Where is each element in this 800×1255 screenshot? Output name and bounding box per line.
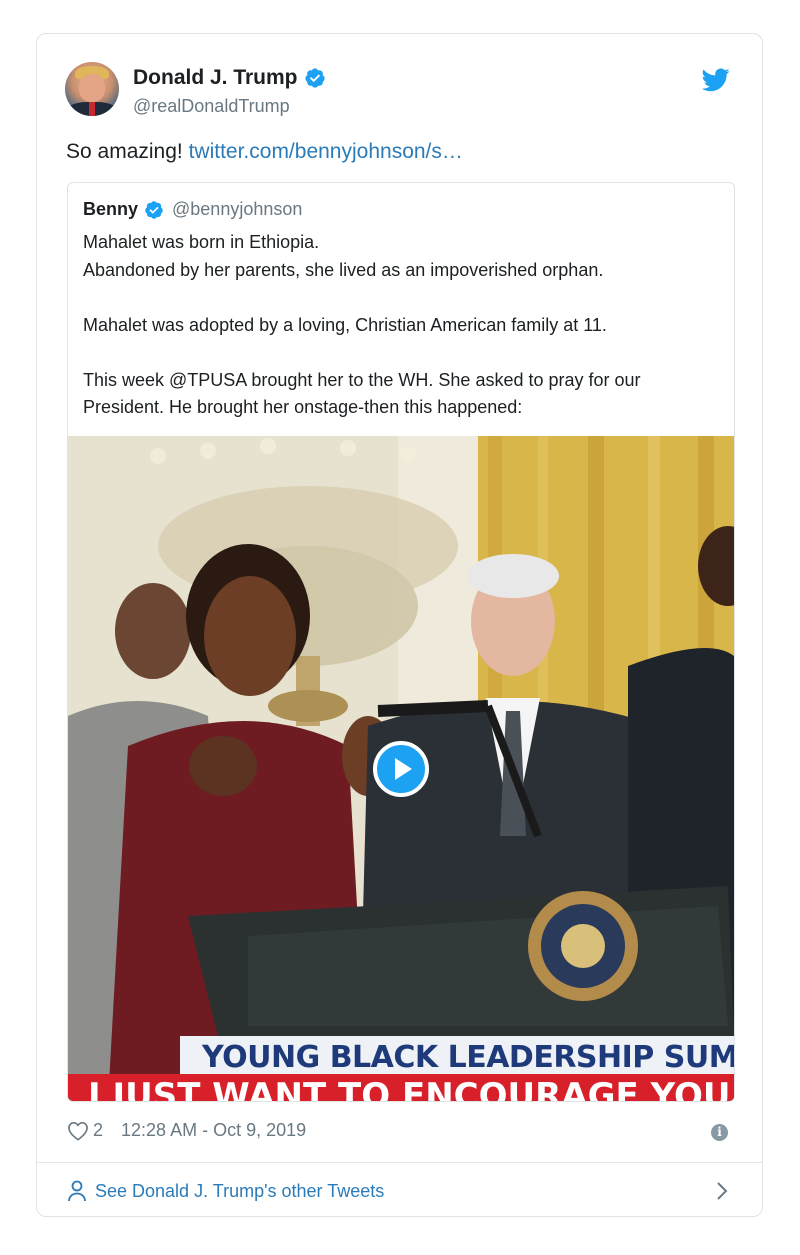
quoted-display-name: Benny: [83, 199, 139, 219]
tweet-link[interactable]: twitter.com/bennyjohnson/s…: [189, 140, 463, 163]
chevron-right-icon: [717, 1182, 728, 1200]
author-name-row: Donald J. Trump: [133, 66, 326, 90]
tweet-timestamp[interactable]: 12:28 AM - Oct 9, 2019: [121, 1120, 306, 1141]
divider: [37, 1162, 762, 1163]
video-thumbnail[interactable]: YOUNG BLACK LEADERSHIP SUMMIT I JUST WAN…: [68, 436, 734, 1101]
heart-icon[interactable]: [67, 1121, 89, 1141]
twitter-bird-icon[interactable]: [702, 68, 730, 92]
quoted-handle: @bennyjohnson: [172, 199, 303, 219]
quoted-tweet-body: Mahalet was born in Ethiopia. Abandoned …: [83, 229, 713, 422]
play-button[interactable]: [373, 741, 429, 797]
verified-badge-icon: [145, 200, 163, 219]
author-handle[interactable]: @realDonaldTrump: [133, 96, 290, 117]
person-icon: [68, 1180, 86, 1202]
see-other-tweets-link[interactable]: See Donald J. Trump's other Tweets: [67, 1179, 732, 1203]
author-avatar[interactable]: [65, 62, 119, 116]
quoted-tweet[interactable]: Benny @bennyjohnson Mahalet was born in …: [67, 182, 735, 1102]
author-display-name[interactable]: Donald J. Trump: [133, 66, 298, 90]
video-banner-text: YOUNG BLACK LEADERSHIP SUMMIT: [180, 1036, 734, 1079]
tweet-text-body: So amazing!: [66, 140, 189, 163]
video-caption-text: I JUST WANT TO ENCOURAGE YOU: [68, 1074, 734, 1101]
see-other-tweets-label: See Donald J. Trump's other Tweets: [95, 1180, 385, 1201]
like-count[interactable]: 2: [93, 1120, 103, 1141]
info-icon[interactable]: i: [711, 1124, 728, 1141]
tweet-meta: 2 12:28 AM - Oct 9, 2019: [67, 1120, 306, 1141]
tweet-text: So amazing! twitter.com/bennyjohnson/s…: [66, 140, 463, 164]
embedded-tweet-card: Donald J. Trump @realDonaldTrump So amaz…: [36, 33, 763, 1217]
tweet-header: Donald J. Trump @realDonaldTrump: [65, 62, 734, 122]
quoted-line: Mahalet was adopted by a loving, Christi…: [83, 314, 607, 335]
quoted-line: Mahalet was born in Ethiopia.: [83, 232, 320, 252]
quoted-line: This week @TPUSA brought her to the WH. …: [83, 369, 641, 418]
play-icon: [395, 758, 412, 780]
quoted-tweet-header: Benny @bennyjohnson: [83, 199, 302, 220]
verified-badge-icon: [304, 68, 325, 88]
quoted-line: Abandoned by her parents, she lived as a…: [83, 259, 604, 280]
